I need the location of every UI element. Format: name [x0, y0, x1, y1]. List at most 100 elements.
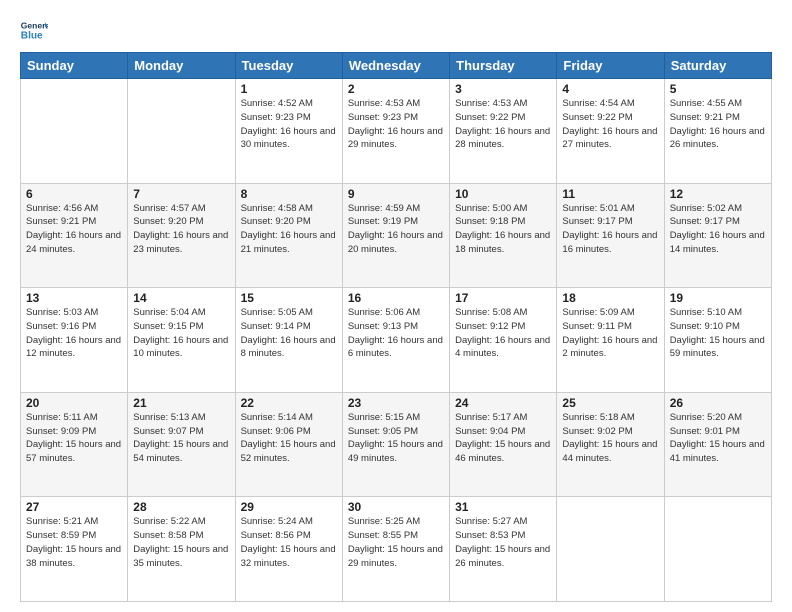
day-number: 22: [241, 396, 337, 410]
day-number: 16: [348, 291, 444, 305]
day-info: Sunrise: 5:01 AMSunset: 9:17 PMDaylight:…: [562, 202, 658, 257]
day-info: Sunrise: 4:59 AMSunset: 9:19 PMDaylight:…: [348, 202, 444, 257]
weekday-header-sunday: Sunday: [21, 53, 128, 79]
calendar-cell: 7Sunrise: 4:57 AMSunset: 9:20 PMDaylight…: [128, 183, 235, 288]
calendar-cell: 28Sunrise: 5:22 AMSunset: 8:58 PMDayligh…: [128, 497, 235, 602]
day-number: 28: [133, 500, 229, 514]
day-number: 2: [348, 82, 444, 96]
day-info: Sunrise: 5:24 AMSunset: 8:56 PMDaylight:…: [241, 515, 337, 570]
calendar-cell: 26Sunrise: 5:20 AMSunset: 9:01 PMDayligh…: [664, 392, 771, 497]
weekday-header-wednesday: Wednesday: [342, 53, 449, 79]
day-info: Sunrise: 5:13 AMSunset: 9:07 PMDaylight:…: [133, 411, 229, 466]
calendar-cell: 2Sunrise: 4:53 AMSunset: 9:23 PMDaylight…: [342, 79, 449, 184]
calendar-cell: 30Sunrise: 5:25 AMSunset: 8:55 PMDayligh…: [342, 497, 449, 602]
calendar-cell: 6Sunrise: 4:56 AMSunset: 9:21 PMDaylight…: [21, 183, 128, 288]
day-number: 21: [133, 396, 229, 410]
svg-text:General: General: [21, 20, 48, 30]
day-number: 1: [241, 82, 337, 96]
calendar-week-row: 6Sunrise: 4:56 AMSunset: 9:21 PMDaylight…: [21, 183, 772, 288]
day-info: Sunrise: 4:54 AMSunset: 9:22 PMDaylight:…: [562, 97, 658, 152]
day-number: 29: [241, 500, 337, 514]
day-number: 17: [455, 291, 551, 305]
day-info: Sunrise: 5:10 AMSunset: 9:10 PMDaylight:…: [670, 306, 766, 361]
calendar-cell: 11Sunrise: 5:01 AMSunset: 9:17 PMDayligh…: [557, 183, 664, 288]
day-number: 19: [670, 291, 766, 305]
day-info: Sunrise: 5:06 AMSunset: 9:13 PMDaylight:…: [348, 306, 444, 361]
calendar-table: SundayMondayTuesdayWednesdayThursdayFrid…: [20, 52, 772, 602]
day-info: Sunrise: 5:27 AMSunset: 8:53 PMDaylight:…: [455, 515, 551, 570]
day-info: Sunrise: 5:09 AMSunset: 9:11 PMDaylight:…: [562, 306, 658, 361]
calendar-cell: 22Sunrise: 5:14 AMSunset: 9:06 PMDayligh…: [235, 392, 342, 497]
day-number: 9: [348, 187, 444, 201]
calendar-cell: 15Sunrise: 5:05 AMSunset: 9:14 PMDayligh…: [235, 288, 342, 393]
day-info: Sunrise: 5:15 AMSunset: 9:05 PMDaylight:…: [348, 411, 444, 466]
day-info: Sunrise: 5:17 AMSunset: 9:04 PMDaylight:…: [455, 411, 551, 466]
day-number: 4: [562, 82, 658, 96]
day-info: Sunrise: 5:02 AMSunset: 9:17 PMDaylight:…: [670, 202, 766, 257]
day-number: 14: [133, 291, 229, 305]
calendar-cell: 29Sunrise: 5:24 AMSunset: 8:56 PMDayligh…: [235, 497, 342, 602]
calendar-cell: [128, 79, 235, 184]
calendar-cell: 9Sunrise: 4:59 AMSunset: 9:19 PMDaylight…: [342, 183, 449, 288]
day-info: Sunrise: 5:14 AMSunset: 9:06 PMDaylight:…: [241, 411, 337, 466]
day-info: Sunrise: 4:53 AMSunset: 9:22 PMDaylight:…: [455, 97, 551, 152]
calendar-cell: [21, 79, 128, 184]
calendar-cell: 5Sunrise: 4:55 AMSunset: 9:21 PMDaylight…: [664, 79, 771, 184]
day-info: Sunrise: 5:00 AMSunset: 9:18 PMDaylight:…: [455, 202, 551, 257]
calendar-cell: 20Sunrise: 5:11 AMSunset: 9:09 PMDayligh…: [21, 392, 128, 497]
day-number: 7: [133, 187, 229, 201]
day-number: 23: [348, 396, 444, 410]
logo-icon: General Blue: [20, 16, 48, 44]
day-info: Sunrise: 4:57 AMSunset: 9:20 PMDaylight:…: [133, 202, 229, 257]
calendar-cell: 10Sunrise: 5:00 AMSunset: 9:18 PMDayligh…: [450, 183, 557, 288]
day-number: 26: [670, 396, 766, 410]
calendar-cell: 17Sunrise: 5:08 AMSunset: 9:12 PMDayligh…: [450, 288, 557, 393]
day-number: 31: [455, 500, 551, 514]
calendar-week-row: 27Sunrise: 5:21 AMSunset: 8:59 PMDayligh…: [21, 497, 772, 602]
day-info: Sunrise: 4:56 AMSunset: 9:21 PMDaylight:…: [26, 202, 122, 257]
day-info: Sunrise: 5:18 AMSunset: 9:02 PMDaylight:…: [562, 411, 658, 466]
calendar-cell: 8Sunrise: 4:58 AMSunset: 9:20 PMDaylight…: [235, 183, 342, 288]
day-info: Sunrise: 5:21 AMSunset: 8:59 PMDaylight:…: [26, 515, 122, 570]
day-info: Sunrise: 4:52 AMSunset: 9:23 PMDaylight:…: [241, 97, 337, 152]
calendar-cell: 24Sunrise: 5:17 AMSunset: 9:04 PMDayligh…: [450, 392, 557, 497]
calendar-cell: 18Sunrise: 5:09 AMSunset: 9:11 PMDayligh…: [557, 288, 664, 393]
calendar-cell: 21Sunrise: 5:13 AMSunset: 9:07 PMDayligh…: [128, 392, 235, 497]
day-info: Sunrise: 4:55 AMSunset: 9:21 PMDaylight:…: [670, 97, 766, 152]
day-number: 10: [455, 187, 551, 201]
day-info: Sunrise: 4:53 AMSunset: 9:23 PMDaylight:…: [348, 97, 444, 152]
day-number: 12: [670, 187, 766, 201]
day-number: 18: [562, 291, 658, 305]
day-number: 30: [348, 500, 444, 514]
day-info: Sunrise: 5:22 AMSunset: 8:58 PMDaylight:…: [133, 515, 229, 570]
day-number: 5: [670, 82, 766, 96]
calendar-week-row: 1Sunrise: 4:52 AMSunset: 9:23 PMDaylight…: [21, 79, 772, 184]
day-number: 13: [26, 291, 122, 305]
calendar-cell: 27Sunrise: 5:21 AMSunset: 8:59 PMDayligh…: [21, 497, 128, 602]
day-number: 8: [241, 187, 337, 201]
logo: General Blue: [20, 16, 52, 44]
day-number: 27: [26, 500, 122, 514]
calendar-cell: 1Sunrise: 4:52 AMSunset: 9:23 PMDaylight…: [235, 79, 342, 184]
calendar-cell: 19Sunrise: 5:10 AMSunset: 9:10 PMDayligh…: [664, 288, 771, 393]
weekday-header-friday: Friday: [557, 53, 664, 79]
day-info: Sunrise: 5:20 AMSunset: 9:01 PMDaylight:…: [670, 411, 766, 466]
day-info: Sunrise: 5:08 AMSunset: 9:12 PMDaylight:…: [455, 306, 551, 361]
calendar-cell: [557, 497, 664, 602]
weekday-header-row: SundayMondayTuesdayWednesdayThursdayFrid…: [21, 53, 772, 79]
calendar-week-row: 13Sunrise: 5:03 AMSunset: 9:16 PMDayligh…: [21, 288, 772, 393]
day-info: Sunrise: 5:25 AMSunset: 8:55 PMDaylight:…: [348, 515, 444, 570]
calendar-cell: [664, 497, 771, 602]
calendar-cell: 4Sunrise: 4:54 AMSunset: 9:22 PMDaylight…: [557, 79, 664, 184]
calendar-cell: 3Sunrise: 4:53 AMSunset: 9:22 PMDaylight…: [450, 79, 557, 184]
day-number: 3: [455, 82, 551, 96]
weekday-header-monday: Monday: [128, 53, 235, 79]
day-number: 20: [26, 396, 122, 410]
calendar-cell: 14Sunrise: 5:04 AMSunset: 9:15 PMDayligh…: [128, 288, 235, 393]
calendar-cell: 31Sunrise: 5:27 AMSunset: 8:53 PMDayligh…: [450, 497, 557, 602]
day-number: 15: [241, 291, 337, 305]
day-info: Sunrise: 5:03 AMSunset: 9:16 PMDaylight:…: [26, 306, 122, 361]
day-number: 24: [455, 396, 551, 410]
day-number: 6: [26, 187, 122, 201]
day-info: Sunrise: 5:11 AMSunset: 9:09 PMDaylight:…: [26, 411, 122, 466]
